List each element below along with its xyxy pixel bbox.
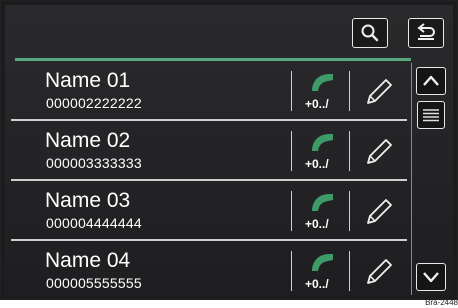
phone-handset-icon <box>312 194 333 211</box>
phone-handset-icon <box>312 254 333 271</box>
back-arrow-icon <box>417 23 435 40</box>
call-hint: +0../ <box>305 97 329 111</box>
row-divider <box>11 239 407 241</box>
scrollbar[interactable] <box>411 63 449 295</box>
contact-number: 000004444444 <box>46 215 142 231</box>
separator <box>349 251 350 291</box>
separator <box>291 191 292 231</box>
call-hint: +0../ <box>305 157 329 171</box>
contact-row[interactable]: Name 04 000005555555 +0../ <box>11 243 407 301</box>
contact-number: 000003333333 <box>46 155 142 171</box>
pencil-icon <box>367 259 392 284</box>
edit-button[interactable] <box>356 249 400 293</box>
call-button[interactable]: +0../ <box>299 67 347 117</box>
call-button[interactable]: +0../ <box>299 187 347 237</box>
contact-name: Name 02 <box>45 129 131 152</box>
separator <box>291 71 292 111</box>
back-button[interactable] <box>408 18 444 48</box>
contact-number: 000002222222 <box>46 95 142 111</box>
contact-name: Name 04 <box>45 249 131 272</box>
chevron-down-icon <box>423 272 439 283</box>
scroll-down-button[interactable] <box>416 263 446 291</box>
separator <box>349 191 350 231</box>
call-hint: +0../ <box>305 217 329 231</box>
contact-name: Name 03 <box>45 189 131 212</box>
display-frame: Name 01 000002222222 +0../ Name 02 00000… <box>0 0 458 300</box>
edit-button[interactable] <box>356 129 400 173</box>
contact-row[interactable]: Name 01 000002222222 +0../ <box>11 63 407 121</box>
separator <box>349 71 350 111</box>
edit-button[interactable] <box>356 69 400 113</box>
phone-handset-icon <box>312 74 333 91</box>
contact-row[interactable]: Name 03 000004444444 +0../ <box>11 183 407 241</box>
separator <box>291 251 292 291</box>
pencil-icon <box>367 79 392 104</box>
search-icon <box>361 24 379 42</box>
row-divider <box>11 179 407 181</box>
contact-number: 000005555555 <box>46 275 142 291</box>
chevron-up-icon <box>423 75 439 86</box>
contact-name: Name 01 <box>45 69 131 92</box>
top-bar <box>5 5 453 55</box>
row-divider <box>11 119 407 121</box>
edit-button[interactable] <box>356 189 400 233</box>
search-button[interactable] <box>352 18 388 48</box>
header-accent-line <box>15 58 411 61</box>
scroll-up-button[interactable] <box>416 67 446 95</box>
contact-row[interactable]: Name 02 000003333333 +0../ <box>11 123 407 181</box>
separator <box>291 131 292 171</box>
separator <box>349 131 350 171</box>
contact-list: Name 01 000002222222 +0../ Name 02 00000… <box>11 63 407 295</box>
call-hint: +0../ <box>305 277 329 291</box>
pencil-icon <box>367 139 392 164</box>
image-code-label: Bra-2448 <box>425 298 458 307</box>
call-button[interactable]: +0../ <box>299 127 347 177</box>
call-button[interactable]: +0../ <box>299 247 347 297</box>
phone-handset-icon <box>312 134 333 151</box>
scroll-thumb[interactable] <box>417 101 445 129</box>
pencil-icon <box>367 199 392 224</box>
scroll-thumb-lines-icon <box>423 109 439 122</box>
phonebook-screen: Name 01 000002222222 +0../ Name 02 00000… <box>5 5 453 295</box>
